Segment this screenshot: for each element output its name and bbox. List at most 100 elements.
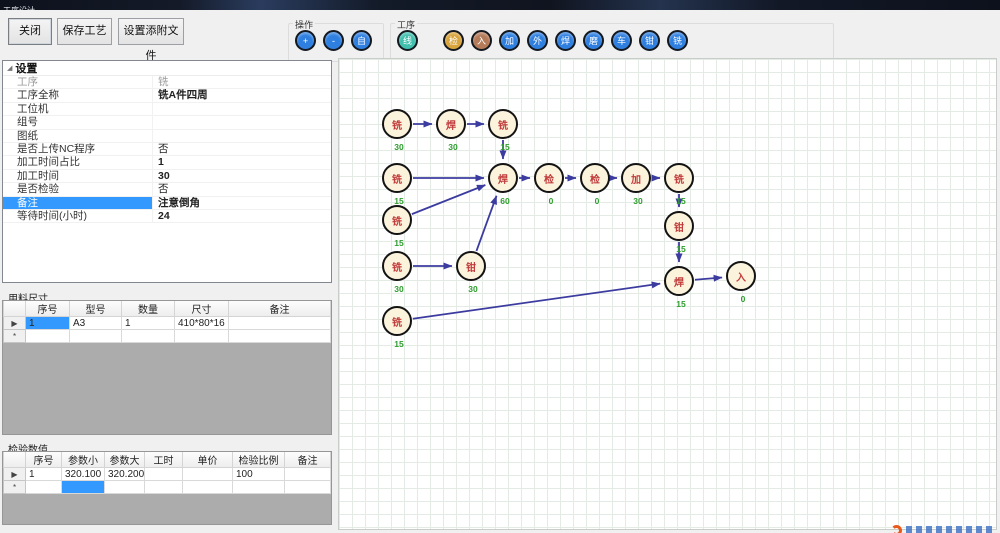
table-cell[interactable] — [285, 481, 331, 494]
process-circle-button-磨[interactable]: 磨 — [583, 30, 604, 51]
row-selector[interactable]: ▶ — [4, 317, 26, 330]
table-cell[interactable] — [285, 468, 331, 481]
material-table[interactable]: 序号型号数量尺寸备注▶1A31410*80*16* — [3, 301, 331, 343]
property-value[interactable] — [153, 116, 331, 128]
column-header[interactable]: 备注 — [229, 301, 331, 317]
table-cell[interactable]: 1 — [26, 317, 70, 330]
flow-node-铣-2[interactable]: 铣15 — [488, 109, 518, 139]
flow-node-铣-0[interactable]: 铣30 — [382, 109, 412, 139]
property-row[interactable]: 工序全称铣A件四周 — [3, 89, 331, 102]
flow-node-铣-9[interactable]: 铣15 — [382, 205, 412, 235]
process-circle-button-自[interactable]: 自 — [351, 30, 372, 51]
property-label[interactable]: 加工时间占比 — [3, 156, 153, 168]
flow-node-铣-3[interactable]: 铣15 — [382, 163, 412, 193]
table-cell[interactable] — [70, 330, 122, 343]
flow-node-铣-8[interactable]: 铣15 — [664, 163, 694, 193]
table-cell[interactable] — [233, 481, 285, 494]
column-header[interactable]: 序号 — [26, 452, 62, 468]
property-value[interactable]: 否 — [153, 183, 331, 195]
column-header[interactable]: 工时 — [145, 452, 183, 468]
property-row[interactable]: 加工时间30 — [3, 170, 331, 183]
close-button[interactable]: 关闭 — [8, 18, 52, 45]
property-label[interactable]: 工位机 — [3, 103, 153, 115]
process-circle-button-入[interactable]: 入 — [471, 30, 492, 51]
property-value[interactable] — [153, 103, 331, 115]
table-cell[interactable]: 1 — [26, 468, 62, 481]
table-cell[interactable]: 320.100 — [62, 468, 105, 481]
process-circle-button-线[interactable]: 线 — [397, 30, 418, 51]
property-row[interactable]: 图纸 — [3, 130, 331, 143]
property-row[interactable]: 工序铣 — [3, 76, 331, 89]
table-cell[interactable] — [229, 330, 331, 343]
property-value[interactable]: 1 — [153, 156, 331, 168]
window-titlebar[interactable]: 工序设计 — [0, 0, 1000, 10]
new-row[interactable]: * — [4, 481, 331, 494]
table-cell[interactable] — [183, 481, 233, 494]
property-row[interactable]: 是否上传NC程序否 — [3, 143, 331, 156]
property-row[interactable]: 等待时间(小时)24 — [3, 210, 331, 223]
flow-node-钳-11[interactable]: 钳30 — [456, 251, 486, 281]
property-value[interactable]: 30 — [153, 170, 331, 182]
flow-node-铣-10[interactable]: 铣30 — [382, 251, 412, 281]
table-cell[interactable] — [229, 317, 331, 330]
column-header[interactable]: 型号 — [70, 301, 122, 317]
flow-node-入-14[interactable]: 入0 — [726, 261, 756, 291]
process-circle-button-加[interactable]: 加 — [499, 30, 520, 51]
table-row[interactable]: ▶1320.100320.200 100 — [4, 468, 331, 481]
process-circle-button-钳[interactable]: 钳 — [639, 30, 660, 51]
column-header[interactable]: 备注 — [285, 452, 331, 468]
property-label[interactable]: 工序 — [3, 76, 153, 88]
row-selector[interactable]: * — [4, 330, 26, 343]
flow-node-检-5[interactable]: 检0 — [534, 163, 564, 193]
column-header[interactable]: 参数大 — [105, 452, 145, 468]
row-selector[interactable]: * — [4, 481, 26, 494]
property-value[interactable]: 24 — [153, 210, 331, 222]
table-cell[interactable]: 100 — [233, 468, 285, 481]
property-label[interactable]: 加工时间 — [3, 170, 153, 182]
table-row[interactable]: ▶1A31410*80*16 — [4, 317, 331, 330]
flow-node-焊-1[interactable]: 焊30 — [436, 109, 466, 139]
property-label[interactable]: 等待时间(小时) — [3, 210, 153, 222]
table-cell[interactable]: A3 — [70, 317, 122, 330]
table-cell[interactable] — [175, 330, 229, 343]
process-circle-button-铣[interactable]: 铣 — [667, 30, 688, 51]
flow-node-焊-13[interactable]: 焊15 — [664, 266, 694, 296]
property-row[interactable]: 工位机 — [3, 103, 331, 116]
table-cell[interactable] — [26, 330, 70, 343]
property-value[interactable] — [153, 130, 331, 142]
process-circle-button-外[interactable]: 外 — [527, 30, 548, 51]
attach-file-button[interactable]: 设置添附文件 — [118, 18, 184, 45]
table-cell[interactable] — [145, 481, 183, 494]
table-cell[interactable] — [62, 481, 105, 494]
column-header[interactable]: 数量 — [122, 301, 175, 317]
table-cell[interactable]: 320.200 — [105, 468, 145, 481]
property-row[interactable]: 组号 — [3, 116, 331, 129]
property-category-header[interactable]: ◢ 设置 — [3, 61, 331, 76]
process-circle-button-车[interactable]: 车 — [611, 30, 632, 51]
flow-node-钳-12[interactable]: 钳15 — [664, 211, 694, 241]
property-value[interactable]: 否 — [153, 143, 331, 155]
property-label[interactable]: 是否上传NC程序 — [3, 143, 153, 155]
table-cell[interactable] — [105, 481, 145, 494]
process-circle-button-检[interactable]: 检 — [443, 30, 464, 51]
flow-node-铣-15[interactable]: 铣15 — [382, 306, 412, 336]
property-row[interactable]: 是否检验否 — [3, 183, 331, 196]
table-cell[interactable] — [122, 330, 175, 343]
table-cell[interactable] — [145, 468, 183, 481]
process-circle-button-焊[interactable]: 焊 — [555, 30, 576, 51]
column-header[interactable]: 检验比例 — [233, 452, 285, 468]
flow-node-检-6[interactable]: 检0 — [580, 163, 610, 193]
table-cell[interactable]: 1 — [122, 317, 175, 330]
column-header[interactable]: 参数小 — [62, 452, 105, 468]
property-value[interactable]: 注意倒角 — [153, 197, 331, 209]
property-label[interactable]: 备注 — [3, 197, 153, 209]
column-header[interactable]: 尺寸 — [175, 301, 229, 317]
property-row[interactable]: 加工时间占比1 — [3, 156, 331, 169]
property-value[interactable]: 铣 — [153, 76, 331, 88]
property-row[interactable]: 备注注意倒角 — [3, 197, 331, 210]
column-header[interactable]: 序号 — [26, 301, 70, 317]
process-circle-button-+[interactable]: + — [295, 30, 316, 51]
row-selector[interactable]: ▶ — [4, 468, 26, 481]
process-flow-canvas[interactable]: 铣30焊30铣15铣15焊60检0检0加30铣15铣15铣30钳30钳15焊15… — [338, 58, 997, 530]
column-header[interactable]: 单价 — [183, 452, 233, 468]
